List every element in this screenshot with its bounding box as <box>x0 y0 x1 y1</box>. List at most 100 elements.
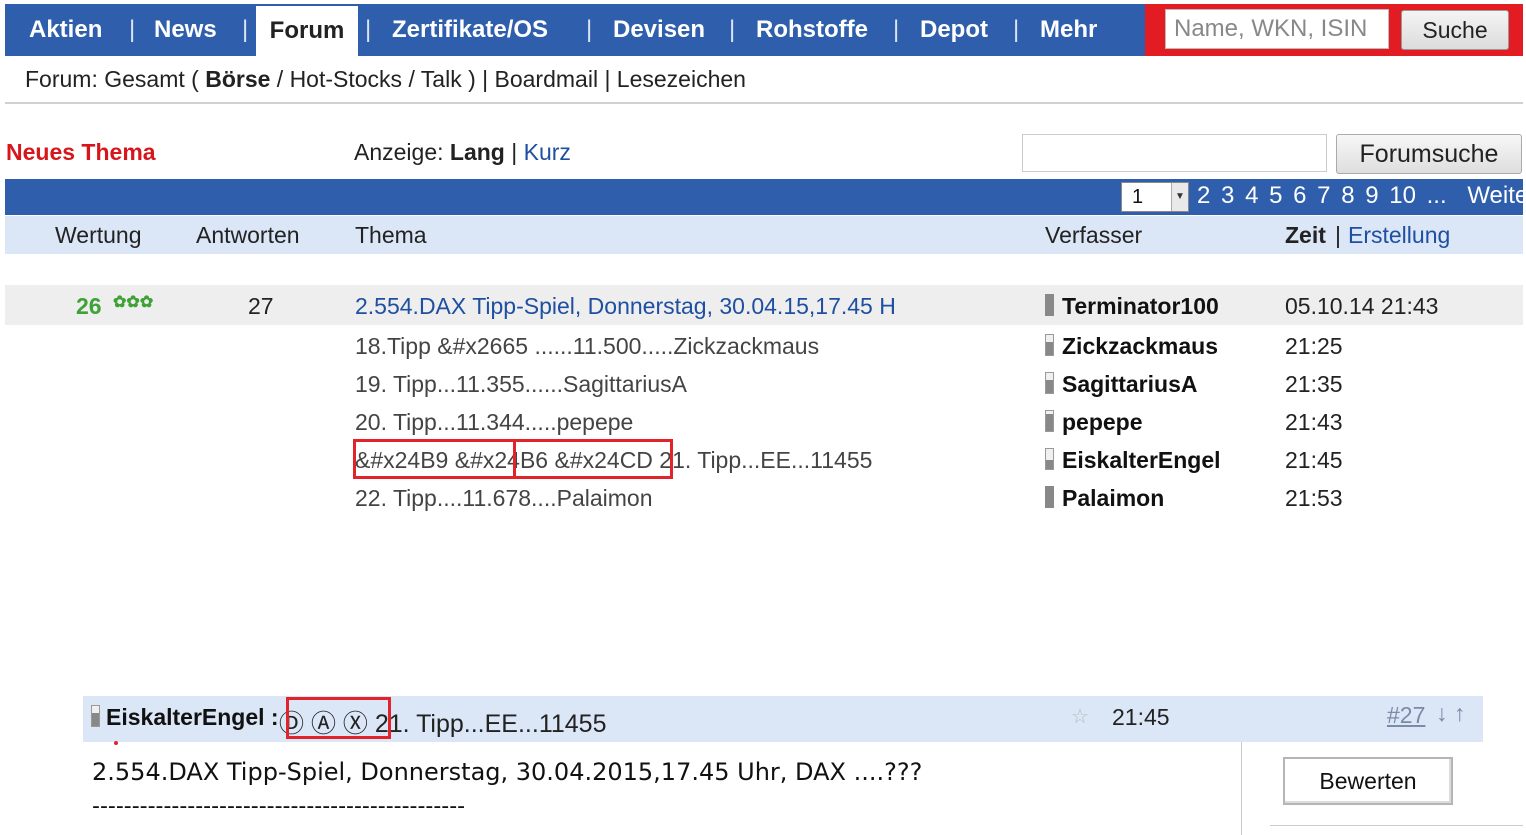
forum-breadcrumb: Forum: Gesamt ( Börse / Hot-Stocks / Tal… <box>25 66 746 93</box>
page-link[interactable]: 7 <box>1317 182 1330 209</box>
search-button[interactable]: Suche <box>1401 10 1509 50</box>
divider <box>1241 742 1242 835</box>
top-nav: Aktien | News | Forum | Zertifikate/OS |… <box>5 4 1523 56</box>
user-activity-bar <box>1045 294 1054 316</box>
new-topic-link[interactable]: Neues Thema <box>6 139 156 166</box>
column-replies: Antworten <box>196 222 300 248</box>
post-body-title: 2.554.DAX Tipp-Spiel, Donnerstag, 30.04.… <box>92 758 923 786</box>
reply-link[interactable]: 22. Tipp....11.678....Palaimon <box>355 485 652 512</box>
page-links: 2 3 4 5 6 7 8 9 10 ... Weiter ▶ <box>1197 179 1526 215</box>
reply-link[interactable]: 19. Tipp...11.355......SagittariusA <box>355 371 687 398</box>
table-header: Wertung Antworten Thema Verfasser Zeit |… <box>5 216 1523 254</box>
breadcrumb-prefix: Forum: Gesamt ( <box>25 66 199 92</box>
nav-item-forum-label: Forum <box>269 17 345 44</box>
nav-item-news[interactable]: News <box>154 4 217 56</box>
page-link[interactable]: 9 <box>1365 182 1378 209</box>
rate-button[interactable]: Bewerten <box>1283 757 1453 805</box>
nav-item-aktien[interactable]: Aktien <box>29 4 102 56</box>
post-number-link[interactable]: #27 <box>1387 702 1425 729</box>
page-select[interactable]: 1 ▼ <box>1121 182 1189 212</box>
reply-author-name: Zickzackmaus <box>1062 333 1218 359</box>
thread-time: 05.10.14 21:43 <box>1285 293 1439 319</box>
nav-separator: | <box>893 16 900 43</box>
page-select-value: 1 <box>1132 186 1144 208</box>
reply-author[interactable]: EiskalterEngel <box>1045 447 1221 474</box>
nav-item-devisen[interactable]: Devisen <box>613 4 705 56</box>
thread-author-name: Terminator100 <box>1062 293 1219 319</box>
nav-item-rohstoffe[interactable]: Rohstoffe <box>756 4 868 56</box>
column-separator: | <box>1335 222 1341 248</box>
arrow-down-up-icon[interactable]: ↓ ↑ <box>1436 700 1465 727</box>
thread-rating: 26 <box>76 293 102 319</box>
display-label: Anzeige: <box>354 139 444 165</box>
star-outline-icon[interactable]: ☆ <box>1071 704 1089 729</box>
nav-separator: | <box>1013 16 1020 43</box>
nav-separator: | <box>729 16 736 43</box>
nav-item-depot[interactable]: Depot <box>920 4 988 56</box>
reply-time: 21:43 <box>1285 409 1343 435</box>
page-link[interactable]: 3 <box>1221 182 1234 209</box>
quote-search-input[interactable] <box>1165 9 1389 49</box>
page-link[interactable]: 8 <box>1341 182 1354 209</box>
page-link[interactable]: 6 <box>1293 182 1306 209</box>
display-long[interactable]: Lang <box>450 139 505 165</box>
reply-author[interactable]: SagittariusA <box>1045 371 1197 398</box>
user-activity-bar <box>1045 486 1054 508</box>
user-activity-bar <box>91 705 100 727</box>
next-page-link[interactable]: Weiter <box>1467 182 1526 209</box>
thread-title-link[interactable]: 2.554.DAX Tipp-Spiel, Donnerstag, 30.04.… <box>355 293 896 320</box>
user-activity-bar <box>1045 448 1054 470</box>
post-time: 21:45 <box>1112 704 1170 730</box>
post-author[interactable]: EiskalterEngel : <box>91 704 279 731</box>
nav-separator: | <box>242 16 249 43</box>
nav-item-forum-active[interactable]: Forum <box>256 6 358 56</box>
display-separator: | <box>511 139 518 165</box>
highlight-box <box>286 697 391 739</box>
reply-link[interactable]: 18.Tipp &#x2665 ......11.500.....Zickzac… <box>355 333 819 360</box>
nav-separator: | <box>586 16 593 43</box>
chevron-down-icon[interactable]: ▼ <box>1171 183 1188 211</box>
column-rating: Wertung <box>55 222 142 248</box>
reply-link[interactable]: 20. Tipp...11.344.....pepepe <box>355 409 633 436</box>
column-topic: Thema <box>355 222 427 248</box>
user-activity-bar <box>1045 334 1054 356</box>
breadcrumb-boerse[interactable]: Börse <box>205 66 270 92</box>
user-activity-bar <box>1045 410 1054 432</box>
reply-time: 21:35 <box>1285 371 1343 397</box>
post-body-rule: ----------------------------------------… <box>92 794 466 819</box>
column-author: Verfasser <box>1045 222 1143 248</box>
quote-search-box: Suche <box>1145 4 1523 56</box>
pagination-bar: 1 ▼ 2 3 4 5 6 7 8 9 10 ... Weiter ▶ <box>5 179 1526 215</box>
reply-time: 21:25 <box>1285 333 1343 359</box>
divider <box>5 102 1523 104</box>
thread-replies: 27 <box>248 293 274 319</box>
reply-author-name: EiskalterEngel <box>1062 447 1221 473</box>
page-link[interactable]: 5 <box>1269 182 1282 209</box>
reply-time: 21:45 <box>1285 447 1343 473</box>
page-link[interactable]: 2 <box>1197 182 1210 209</box>
stars-icon: ✿✿✿ <box>113 294 154 311</box>
nav-item-zertifikate[interactable]: Zertifikate/OS <box>392 4 548 56</box>
column-time[interactable]: Zeit <box>1285 216 1326 254</box>
forum-search-button[interactable]: Forumsuche <box>1336 134 1522 174</box>
page-link[interactable]: 4 <box>1245 182 1258 209</box>
thread-author[interactable]: Terminator100 <box>1045 293 1219 320</box>
reply-author-name: pepepe <box>1062 409 1143 435</box>
page-link[interactable]: 10 <box>1389 182 1416 209</box>
display-toggle: Anzeige: Lang | Kurz <box>354 139 571 166</box>
reply-author[interactable]: Palaimon <box>1045 485 1164 512</box>
reply-author[interactable]: Zickzackmaus <box>1045 333 1218 360</box>
forum-search-input[interactable] <box>1022 134 1327 172</box>
display-short-link[interactable]: Kurz <box>524 139 571 165</box>
breadcrumb-rest[interactable]: / Hot-Stocks / Talk ) | Boardmail | Lese… <box>277 66 746 92</box>
reply-author-name: Palaimon <box>1062 485 1165 511</box>
red-dot-mark <box>114 741 118 745</box>
reply-time: 21:53 <box>1285 485 1343 511</box>
reply-author[interactable]: pepepe <box>1045 409 1143 436</box>
column-created-link[interactable]: Erstellung <box>1348 216 1450 254</box>
post-author-name: EiskalterEngel <box>106 704 265 730</box>
user-activity-bar <box>1045 372 1054 394</box>
nav-separator: | <box>365 16 372 43</box>
post-author-separator: : <box>270 704 279 730</box>
nav-item-mehr[interactable]: Mehr <box>1040 4 1097 56</box>
